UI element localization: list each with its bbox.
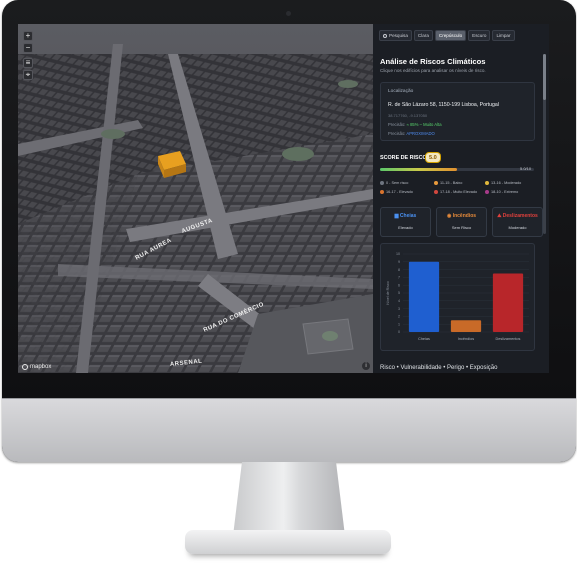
legend-item: 18-10 - Extremo xyxy=(485,190,518,194)
zoom-in-button[interactable]: + xyxy=(23,31,33,41)
legend-item: 16-17 - Elevado xyxy=(380,190,413,194)
location-card: Localização R. de São Lázaro 58, 1150-19… xyxy=(380,82,535,141)
risk-card-status: Moderado xyxy=(508,225,527,230)
attribution-button[interactable]: i xyxy=(362,362,370,370)
style-tabs: Pesquisa Clara Crepúsculo Escuro Limpar xyxy=(379,30,515,41)
risk-card-title: ⛰ Deslizamentos xyxy=(493,213,542,219)
legend-dot-icon xyxy=(434,190,438,194)
risk-card-title-text: Cheias xyxy=(399,213,417,219)
legend-dot-icon xyxy=(380,181,384,185)
map-view[interactable]: + − ≡ ⌖ AUGUSTA RUA DO COMÉRCIO RUA AURE… xyxy=(18,24,373,373)
legend-label: 11-15 - Baixo xyxy=(440,181,463,185)
y-axis-label: Nível de Risco xyxy=(386,281,390,304)
legend-dot-icon xyxy=(380,190,384,194)
y-tick-label: 3 xyxy=(398,307,400,311)
mapbox-logo-text: mapbox xyxy=(30,364,52,370)
tab-escuro[interactable]: Escuro xyxy=(468,30,491,41)
legend-label: 16-17 - Elevado xyxy=(386,190,413,194)
mapbox-icon xyxy=(22,364,28,370)
x-tick-label: Cheias xyxy=(418,337,430,341)
scrollbar-thumb[interactable] xyxy=(543,54,546,100)
tab-label: Escuro xyxy=(472,33,487,38)
x-tick-label: Deslizamentos xyxy=(496,337,521,341)
y-tick-label: 5 xyxy=(398,291,400,295)
bar-cheias[interactable] xyxy=(408,261,440,332)
score-bar xyxy=(380,168,534,171)
risk-card-title: ▆ Cheias xyxy=(381,213,430,219)
screen: + − ≡ ⌖ AUGUSTA RUA DO COMÉRCIO RUA AURE… xyxy=(18,24,549,373)
tab-crepúsculo[interactable]: Crepúsculo xyxy=(434,30,467,41)
tab-clara[interactable]: Clara xyxy=(413,30,433,41)
score-badge: 5.0 xyxy=(425,152,441,163)
scene: + − ≡ ⌖ AUGUSTA RUA DO COMÉRCIO RUA AURE… xyxy=(0,0,577,566)
tab-label: Pesquisa xyxy=(389,33,408,38)
approx-row: Precisão: APROXIMADO xyxy=(388,131,435,136)
precision-value: ≈ 85% – Muito Alta xyxy=(406,122,442,127)
y-tick-label: 10 xyxy=(396,252,400,256)
risk-panel: Pesquisa Clara Crepúsculo Escuro Limpar Anál… xyxy=(373,24,549,373)
y-tick-label: 7 xyxy=(398,276,400,280)
approx-label: Precisão: xyxy=(388,131,406,136)
risk-card-status: Sem Risco xyxy=(451,225,472,230)
monitor-stand xyxy=(233,462,345,536)
legend-item: 17-18 - Muito Elevado xyxy=(434,190,477,194)
risk-cards: ▆ Cheias Elevado ◉ Incêndios Sem Risco ⛰ Des… xyxy=(380,207,543,237)
risk-card-status: Elevado xyxy=(398,225,413,230)
risk-chart: 10 9 8 7 6 5 4 3 2 1 0 Nível de Risco Cheias Incêndio… xyxy=(380,243,535,351)
tab-label: Limpar xyxy=(496,33,511,38)
tab-limpar[interactable]: Limpar xyxy=(492,30,515,41)
panel-subtitle: Clique nos edifícios para analisar os ní… xyxy=(380,68,486,73)
precision-label: Precisão: xyxy=(388,122,406,127)
legend-label: 17-18 - Muito Elevado xyxy=(440,190,478,194)
precision-row: Precisão: ≈ 85% – Muito Alta xyxy=(388,122,442,127)
tab-pesquisa[interactable]: Pesquisa xyxy=(379,30,412,41)
y-tick-label: 6 xyxy=(398,283,400,287)
legend-dot-icon xyxy=(485,190,489,194)
bottom-legend-text: Risco • Vulnerabilidade • Perigo • Expos… xyxy=(380,365,498,371)
risk-card-1[interactable]: ◉ Incêndios Sem Risco xyxy=(436,207,487,237)
legend-label: 18-10 - Extremo xyxy=(491,190,519,194)
tab-label: Clara xyxy=(417,33,429,38)
risk-card-2[interactable]: ⛰ Deslizamentos Moderado xyxy=(492,207,543,237)
x-tick-label: Incêndios xyxy=(458,337,474,341)
risk-card-title-text: Deslizamentos xyxy=(502,213,538,219)
legend-dot-icon xyxy=(485,181,489,185)
search-icon xyxy=(383,33,387,38)
legend-label: 0 - Sem risco xyxy=(386,181,409,185)
map-canvas[interactable] xyxy=(18,24,373,373)
bar-deslizamentos[interactable] xyxy=(492,273,524,333)
legend-label: 13-16 - Moderado xyxy=(491,181,522,185)
y-tick-label: 4 xyxy=(398,299,400,303)
legend-dot-icon xyxy=(434,181,438,185)
score-max: 5.0/10 xyxy=(520,166,532,171)
risk-card-0[interactable]: ▆ Cheias Elevado xyxy=(380,207,431,237)
mapbox-logo: mapbox xyxy=(22,364,51,370)
y-tick-label: 8 xyxy=(398,268,400,272)
score-label: SCORE DE RISCO: xyxy=(380,155,429,161)
compass-icon[interactable]: ⌖ xyxy=(23,70,33,80)
y-tick-label: 9 xyxy=(398,260,400,264)
legend-item: 11-15 - Baixo xyxy=(434,181,462,185)
legend-item: 0 - Sem risco xyxy=(380,181,408,185)
tab-label: Crepúsculo xyxy=(438,33,463,38)
zoom-out-button[interactable]: − xyxy=(23,43,33,53)
risk-card-title-text: Incêndios xyxy=(452,213,477,219)
legend-item: 13-16 - Moderado xyxy=(485,181,521,185)
location-address: R. de São Lázaro 58, 1150-199 Lisboa, Po… xyxy=(388,102,499,108)
y-tick-label: 2 xyxy=(398,315,400,319)
location-coords: 38.717760, -9.137050 xyxy=(388,113,428,118)
monitor-base xyxy=(185,530,391,554)
y-tick-label: 1 xyxy=(398,322,400,326)
y-tick-label: 0 xyxy=(398,330,400,334)
risk-chart-svg: 109876543210Nível de RiscoCheias Incêndio… xyxy=(386,252,529,341)
bar-incêndios[interactable] xyxy=(450,320,482,332)
monitor-chin xyxy=(2,398,576,462)
score-bar-fill xyxy=(380,168,457,171)
approx-value: APROXIMADO xyxy=(406,131,435,136)
panel-title: Análise de Riscos Climáticos xyxy=(380,57,486,66)
location-heading: Localização xyxy=(388,89,414,94)
risk-card-title: ◉ Incêndios xyxy=(437,213,486,219)
camera-dot xyxy=(286,11,291,16)
layers-icon[interactable]: ≡ xyxy=(23,58,33,68)
